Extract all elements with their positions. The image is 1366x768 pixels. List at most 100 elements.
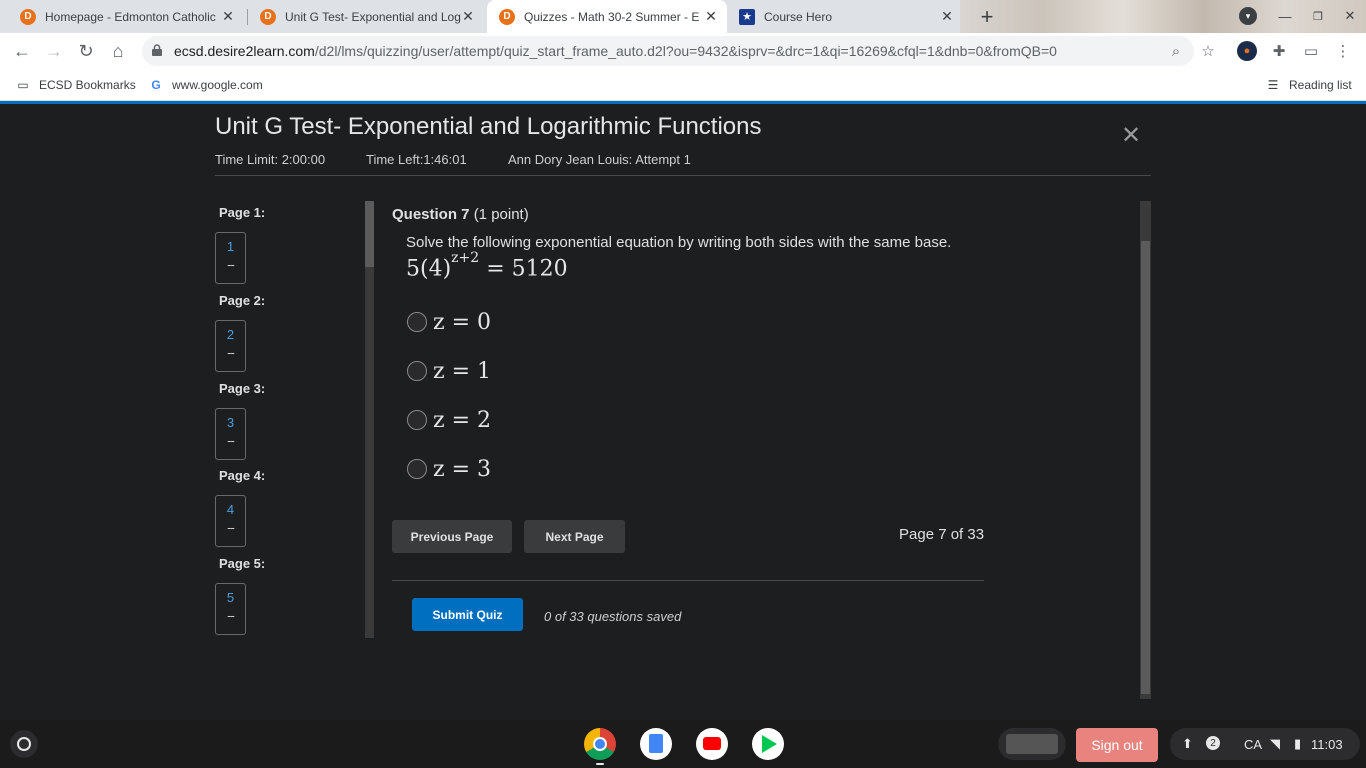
close-icon[interactable]: ✕: [220, 8, 236, 24]
page-label: Page 2:: [219, 293, 266, 308]
cast-icon[interactable]: ▭: [1301, 41, 1321, 61]
page-number: 1: [226, 239, 235, 254]
option-label: z = 1: [433, 358, 492, 384]
battery-icon: ▮: [1294, 736, 1302, 751]
reading-list-label: Reading list: [1289, 78, 1352, 92]
question-points: (1 point): [473, 206, 529, 223]
new-tab-button[interactable]: +: [975, 4, 999, 29]
url-path: /d2l/lms/quizzing/user/attempt/quiz_star…: [314, 43, 1057, 59]
launcher-icon: [17, 737, 31, 751]
bookmark-label: ECSD Bookmarks: [39, 78, 136, 92]
page-status: --: [227, 345, 235, 360]
coursehero-icon: ★: [739, 8, 755, 25]
update-icon: ⬆: [1182, 736, 1193, 751]
lock-icon: [152, 44, 162, 56]
sign-out-button[interactable]: Sign out: [1076, 728, 1158, 762]
chrome-app-icon[interactable]: [584, 728, 616, 760]
page-link-3[interactable]: 3 --: [215, 408, 246, 460]
close-icon[interactable]: ✕: [939, 8, 955, 24]
d2l-icon: D: [20, 8, 36, 25]
tab-unit-g-test[interactable]: D Unit G Test- Exponential and Log ✕: [248, 0, 484, 33]
tab-course-hero[interactable]: ★ Course Hero ✕: [727, 0, 963, 33]
divider: [392, 580, 984, 581]
home-icon[interactable]: ⌂: [106, 39, 130, 63]
page-list-scrollbar[interactable]: [365, 201, 374, 638]
answer-option[interactable]: z = 1: [407, 357, 491, 385]
back-icon[interactable]: ←: [10, 39, 34, 63]
page-number: 5: [226, 590, 235, 605]
screenshot-thumbnail: [1006, 734, 1058, 754]
page-link-5[interactable]: 5 --: [215, 583, 246, 635]
submit-quiz-button[interactable]: Submit Quiz: [412, 598, 523, 631]
restore-icon[interactable]: ❐: [1309, 7, 1327, 25]
saved-status: 0 of 33 questions saved: [544, 609, 682, 624]
tab-strip: D Homepage - Edmonton Catholic ✕ D Unit …: [0, 0, 1366, 33]
tab-title: Quizzes - Math 30-2 Summer - E: [524, 9, 700, 24]
quiz-dialog: Unit G Test- Exponential and Logarithmic…: [0, 104, 1366, 720]
page-link-1[interactable]: 1 --: [215, 232, 246, 284]
bookmark-star-icon[interactable]: ☆: [1198, 41, 1218, 61]
status-tray[interactable]: ⬆ 2 CA ◥ ▮ 11:03: [1170, 728, 1360, 760]
window-close-icon[interactable]: ✕: [1341, 7, 1359, 25]
bookmark-ecsd[interactable]: ▭ ECSD Bookmarks: [16, 76, 136, 94]
theme-background: [960, 0, 1366, 33]
extension-icon[interactable]: ●: [1237, 41, 1257, 61]
page-link-2[interactable]: 2 --: [215, 320, 246, 372]
page-link-4[interactable]: 4 --: [215, 495, 246, 547]
radio-button[interactable]: [407, 459, 427, 479]
page-indicator: Page 7 of 33: [899, 526, 985, 543]
equation-exponent: z+2: [451, 250, 480, 266]
radio-button[interactable]: [407, 361, 427, 381]
docs-app-icon[interactable]: [640, 728, 672, 760]
tab-homepage[interactable]: D Homepage - Edmonton Catholic ✕: [8, 0, 244, 33]
divider: [215, 175, 1151, 176]
page-status: --: [227, 257, 235, 272]
radio-button[interactable]: [407, 312, 427, 332]
answer-option[interactable]: z = 3: [407, 455, 491, 483]
answer-option[interactable]: z = 2: [407, 406, 491, 434]
attempt-info: Ann Dory Jean Louis: Attempt 1: [508, 152, 691, 167]
equation-rhs: = 5120: [486, 256, 568, 282]
running-indicator: [596, 763, 604, 765]
close-icon[interactable]: ✕: [460, 8, 476, 24]
quiz-title: Unit G Test- Exponential and Logarithmic…: [215, 113, 762, 140]
tab-title: Course Hero: [764, 9, 833, 24]
tab-quizzes[interactable]: D Quizzes - Math 30-2 Summer - E ✕: [487, 0, 727, 33]
tab-search-icon[interactable]: ▾: [1239, 7, 1257, 25]
wifi-icon: ◥: [1270, 736, 1280, 751]
play-store-app-icon[interactable]: [752, 728, 784, 760]
question-text: Solve the following exponential equation…: [406, 234, 952, 251]
launcher-button[interactable]: [10, 730, 38, 758]
address-bar[interactable]: ecsd.desire2learn.com/d2l/lms/quizzing/u…: [142, 36, 1194, 66]
page-label: Page 4:: [219, 468, 266, 483]
scrollbar-thumb[interactable]: [365, 201, 374, 267]
minimize-icon[interactable]: —: [1276, 7, 1294, 25]
d2l-icon: D: [499, 8, 515, 25]
bookmark-google[interactable]: G www.google.com: [149, 76, 262, 94]
page-label: Page 1:: [219, 205, 266, 220]
radio-button[interactable]: [407, 410, 427, 430]
close-icon[interactable]: ✕: [703, 8, 719, 24]
question-header: Question 7 (1 point): [392, 206, 529, 223]
content-scrollbar[interactable]: [1140, 201, 1151, 699]
close-icon[interactable]: ✕: [1119, 122, 1143, 149]
zoom-icon[interactable]: ⌕: [1166, 41, 1186, 61]
youtube-app-icon[interactable]: [696, 728, 728, 760]
equation-base: 5(4): [406, 256, 452, 282]
holding-space[interactable]: [998, 728, 1066, 760]
answer-option[interactable]: z = 0: [407, 308, 491, 336]
next-page-button[interactable]: Next Page: [524, 520, 625, 553]
reading-list-button[interactable]: ☰ Reading list: [1266, 76, 1352, 94]
question-number: Question 7: [392, 206, 470, 223]
bookmarks-bar: ▭ ECSD Bookmarks G www.google.com ☰ Read…: [0, 69, 1366, 101]
page-number: 4: [226, 502, 235, 517]
d2l-icon: D: [260, 8, 276, 25]
scrollbar-thumb[interactable]: [1141, 241, 1150, 694]
forward-icon[interactable]: →: [42, 39, 66, 63]
input-method: CA: [1244, 736, 1263, 752]
url-host: ecsd.desire2learn.com: [174, 43, 315, 59]
menu-icon[interactable]: ⋮: [1333, 41, 1353, 61]
previous-page-button[interactable]: Previous Page: [392, 520, 512, 553]
reload-icon[interactable]: ↻: [74, 39, 98, 63]
extensions-puzzle-icon[interactable]: ✚: [1269, 41, 1289, 61]
